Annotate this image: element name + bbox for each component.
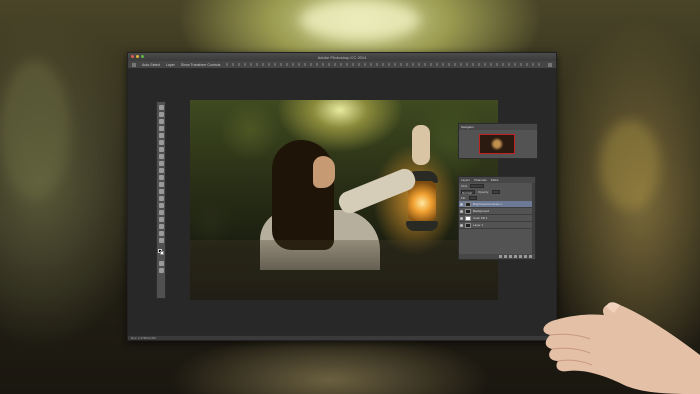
doc-size: Doc: 2.17M/12.2M xyxy=(131,336,156,340)
eye-icon[interactable] xyxy=(460,223,463,227)
kind-filter[interactable]: Kind xyxy=(461,184,467,188)
layer-name: Background xyxy=(473,209,490,213)
navigator-thumbnail[interactable] xyxy=(479,134,515,154)
layer-thumbnail xyxy=(465,222,471,228)
workspace-icon[interactable] xyxy=(548,62,552,67)
statue-figure xyxy=(412,125,430,165)
move-tool-icon[interactable] xyxy=(158,105,164,110)
clone-stamp-tool-icon[interactable] xyxy=(158,161,164,166)
filter-box[interactable] xyxy=(470,184,485,188)
healing-tool-icon[interactable] xyxy=(158,147,164,152)
auto-select-checkbox[interactable]: Auto-Select xyxy=(142,63,160,67)
eye-icon[interactable] xyxy=(460,216,463,220)
layer-name: Color Fill 1 xyxy=(473,216,488,220)
fill-label: Fill: xyxy=(461,196,466,200)
title-bar: Adobe Photoshop CC 2014 xyxy=(128,53,556,61)
hand-tool-icon[interactable] xyxy=(158,231,164,236)
document-image[interactable] xyxy=(190,100,498,300)
layer-row[interactable]: Layer 1 xyxy=(459,222,535,229)
opacity-label: Opacity: xyxy=(478,190,490,194)
light-bokeh xyxy=(0,60,70,200)
photoshop-window: Adobe Photoshop CC 2014 Auto-Select Laye… xyxy=(127,52,557,341)
crop-tool-icon[interactable] xyxy=(158,133,164,138)
window-title: Adobe Photoshop CC 2014 xyxy=(317,54,367,60)
link-icon[interactable] xyxy=(499,255,502,258)
status-bar: Doc: 2.17M/12.2M xyxy=(128,335,556,340)
options-bar: Auto-Select Layer Show Transform Control… xyxy=(128,61,556,69)
holding-hand xyxy=(543,302,700,394)
layers-panel: Layers Channels Paths Kind Normal Opacit… xyxy=(458,176,536,260)
color-swatches[interactable] xyxy=(158,249,164,255)
eyedropper-tool-icon[interactable] xyxy=(158,140,164,145)
blend-mode-select[interactable]: Normal xyxy=(461,190,475,195)
screen-mode-icon[interactable] xyxy=(158,268,164,273)
quick-select-tool-icon[interactable] xyxy=(158,126,164,131)
layer-name: Layer 1 xyxy=(473,223,484,227)
path-select-tool-icon[interactable] xyxy=(158,217,164,222)
blur-tool-icon[interactable] xyxy=(158,189,164,194)
transform-controls-checkbox[interactable]: Show Transform Controls xyxy=(181,63,221,67)
tools-panel xyxy=(156,101,166,299)
layer-row[interactable]: Brightness/Contrast 1 xyxy=(459,201,535,208)
history-brush-tool-icon[interactable] xyxy=(158,168,164,173)
marquee-tool-icon[interactable] xyxy=(158,112,164,117)
fx-icon[interactable] xyxy=(504,255,507,258)
light-bokeh xyxy=(600,120,660,210)
eye-icon[interactable] xyxy=(460,202,463,206)
gradient-tool-icon[interactable] xyxy=(158,182,164,187)
adjustment-icon[interactable] xyxy=(514,255,517,258)
background-color[interactable] xyxy=(160,251,164,255)
eye-icon[interactable] xyxy=(460,209,463,213)
light-bokeh xyxy=(300,0,420,40)
shape-tool-icon[interactable] xyxy=(158,224,164,229)
zoom-tool-icon[interactable] xyxy=(158,238,164,243)
layer-dropdown[interactable]: Layer xyxy=(166,63,175,67)
layer-row[interactable]: Background xyxy=(459,208,535,215)
tab-channels[interactable]: Channels xyxy=(474,177,487,183)
align-icons[interactable] xyxy=(226,63,542,66)
layer-name: Brightness/Contrast 1 xyxy=(473,202,502,206)
layer-thumbnail xyxy=(465,215,471,221)
lasso-tool-icon[interactable] xyxy=(158,119,164,124)
eraser-tool-icon[interactable] xyxy=(158,175,164,180)
dodge-tool-icon[interactable] xyxy=(158,196,164,201)
opacity-input[interactable] xyxy=(492,190,501,194)
close-icon[interactable] xyxy=(131,55,134,58)
trash-icon[interactable] xyxy=(529,255,532,258)
move-tool-icon[interactable] xyxy=(132,62,136,67)
tab-navigator[interactable]: Navigator xyxy=(461,124,474,130)
mask-icon[interactable] xyxy=(509,255,512,258)
new-layer-icon[interactable] xyxy=(524,255,527,258)
navigator-panel: Navigator xyxy=(458,123,538,159)
group-icon[interactable] xyxy=(519,255,522,258)
brush-tool-icon[interactable] xyxy=(158,154,164,159)
fill-input[interactable] xyxy=(468,196,477,200)
layer-thumbnail xyxy=(465,201,471,207)
pen-tool-icon[interactable] xyxy=(158,203,164,208)
minimize-icon[interactable] xyxy=(136,55,139,58)
layer-row[interactable]: Color Fill 1 xyxy=(459,215,535,222)
zoom-icon[interactable] xyxy=(141,55,144,58)
layer-thumbnail xyxy=(465,208,471,214)
tab-paths[interactable]: Paths xyxy=(491,177,499,183)
tab-layers[interactable]: Layers xyxy=(461,177,470,183)
panel-scrollbar[interactable] xyxy=(532,183,535,254)
type-tool-icon[interactable] xyxy=(158,210,164,215)
layers-footer xyxy=(459,254,535,259)
quick-mask-icon[interactable] xyxy=(158,261,164,266)
